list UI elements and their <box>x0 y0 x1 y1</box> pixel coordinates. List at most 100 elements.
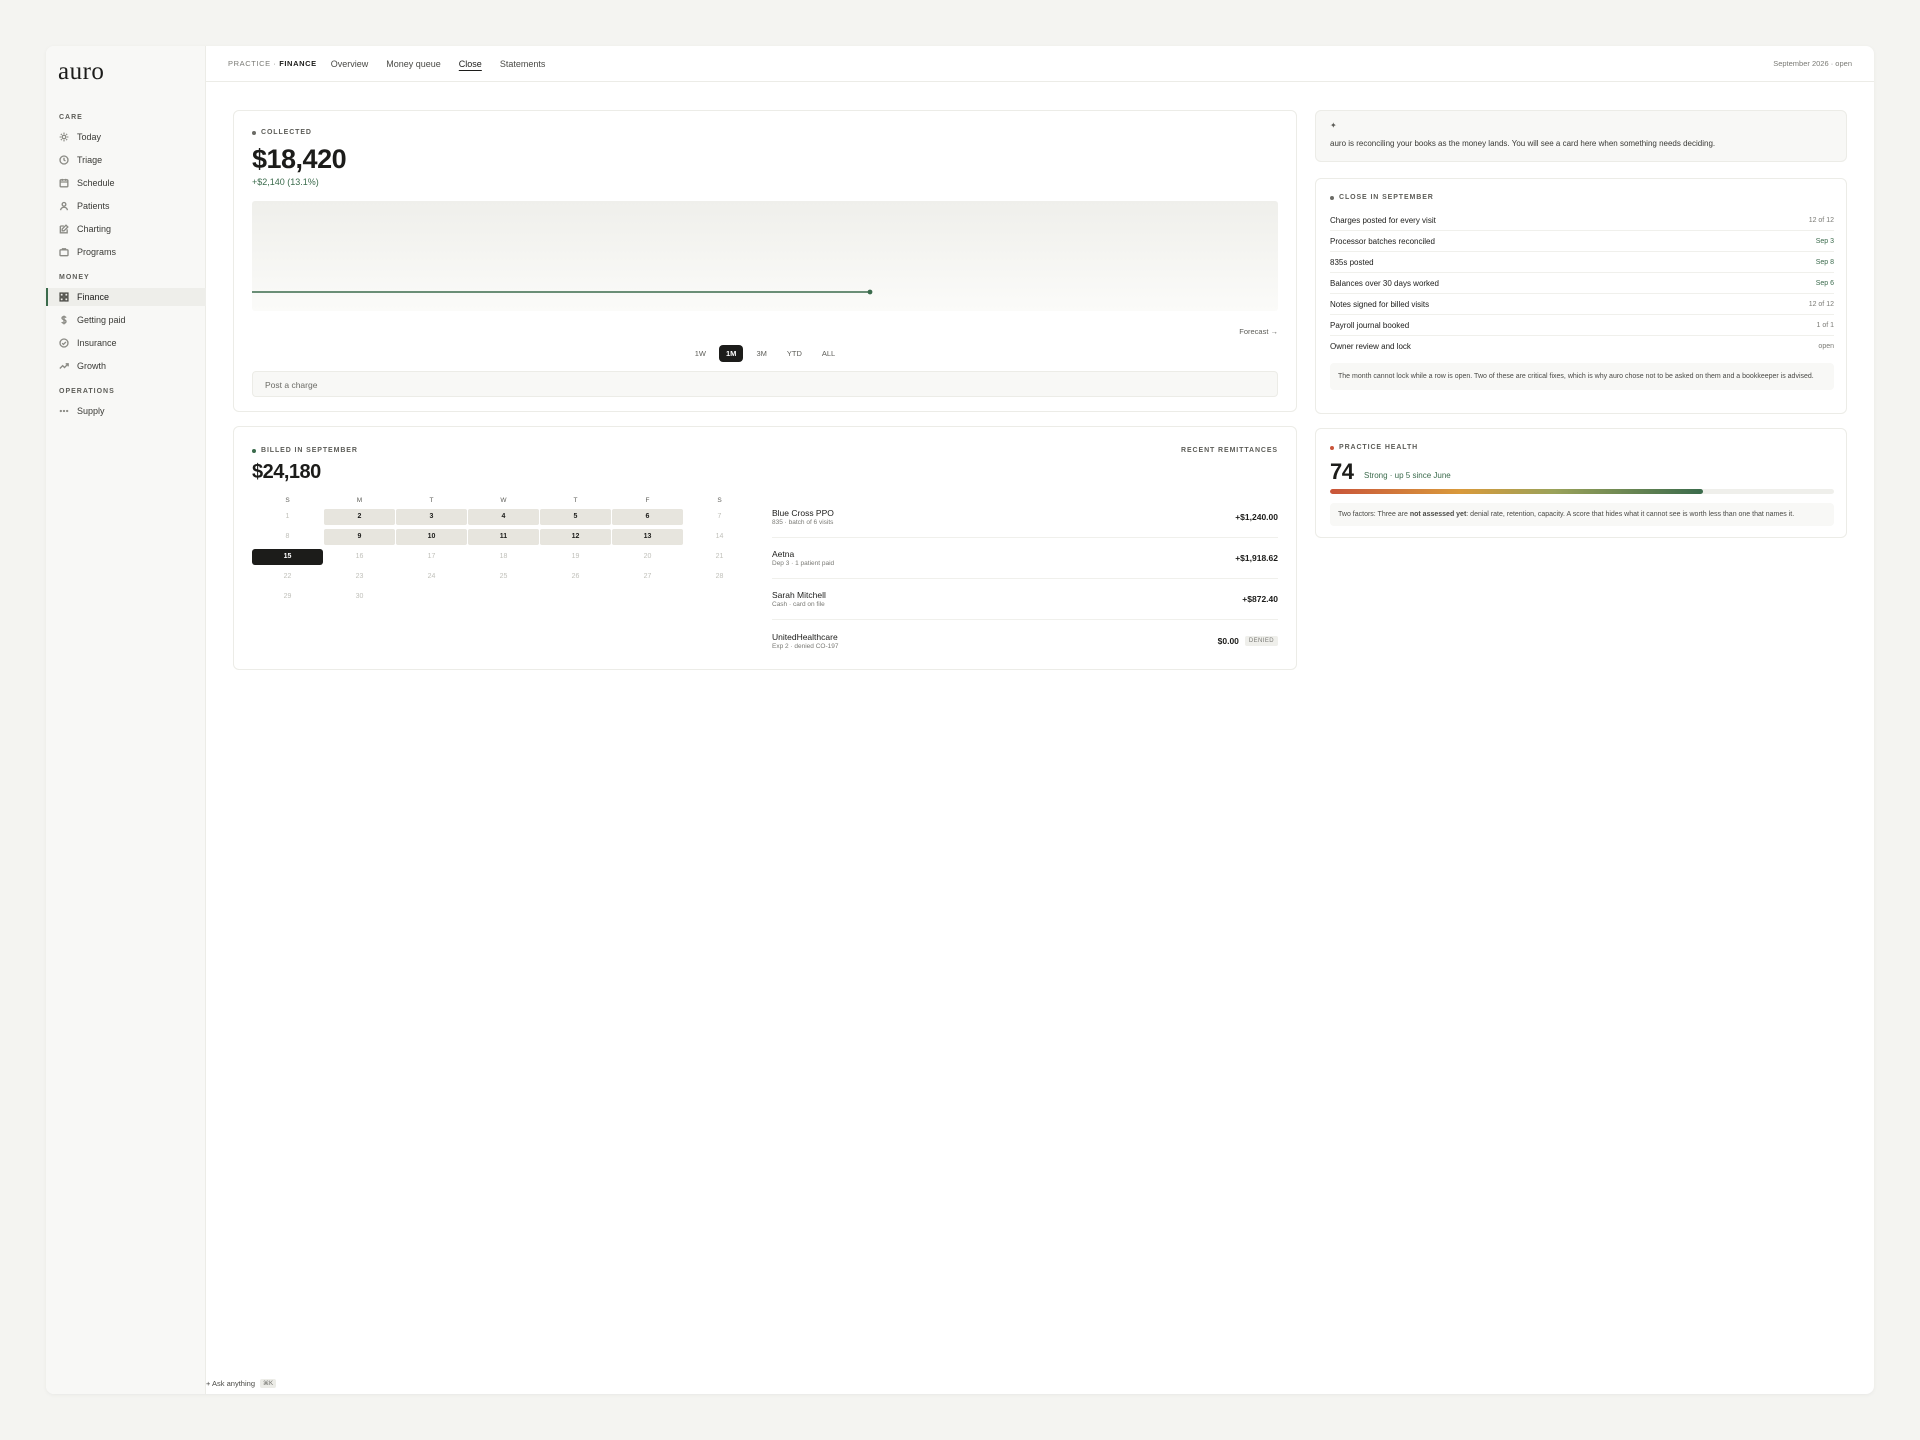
health-score: 74 <box>1330 459 1354 484</box>
checklist-row[interactable]: Balances over 30 days worked Sep 6 <box>1330 273 1834 294</box>
sidebar-item-label: Triage <box>77 155 103 165</box>
health-bar <box>1330 489 1834 494</box>
sidebar-item-label: Patients <box>77 201 110 211</box>
calendar-day[interactable]: 3 <box>396 509 467 525</box>
sidebar-item-getting-paid[interactable]: Getting paid <box>46 311 206 329</box>
calendar-day[interactable]: 2 <box>324 509 395 525</box>
breadcrumb: PRACTICE · FINANCE <box>228 59 317 68</box>
calendar-day[interactable]: 14 <box>684 529 755 545</box>
range-selector: 1W 1M 3M YTD ALL <box>234 345 1296 362</box>
assistant-message: auro is reconciling your books as the mo… <box>1330 139 1716 148</box>
calendar-day[interactable]: 23 <box>324 569 395 585</box>
calendar-day-today[interactable]: 15 <box>252 549 323 565</box>
forecast-link[interactable]: Forecast → <box>1239 327 1278 336</box>
sidebar-item-label: Charting <box>77 224 112 234</box>
health-note: Two factors: Three are not assessed yet:… <box>1330 503 1834 526</box>
remittances-title: RECENT REMITTANCES <box>1181 447 1278 454</box>
calendar-icon <box>59 178 69 188</box>
close-checklist: Charges posted for every visit 12 of 12 P… <box>1330 210 1834 357</box>
tab-close[interactable]: Close <box>459 59 482 69</box>
tab-statements[interactable]: Statements <box>500 59 546 69</box>
sidebar-item-label: Growth <box>77 361 107 371</box>
collected-card: COLLECTED $18,420 +$2,140 (13.1%) Foreca… <box>233 110 1297 412</box>
calendar-day[interactable]: 10 <box>396 529 467 545</box>
sidebar-item-schedule[interactable]: Schedule <box>46 174 206 192</box>
clock-icon <box>59 155 69 165</box>
sidebar-item-triage[interactable]: Triage <box>46 151 206 169</box>
sidebar-item-label: Supply <box>77 406 105 416</box>
status-dot <box>1330 445 1334 450</box>
sidebar-item-programs[interactable]: Programs <box>46 243 206 261</box>
calendar-day[interactable]: 6 <box>612 509 683 525</box>
checklist-row[interactable]: Payroll journal booked 1 of 1 <box>1330 315 1834 336</box>
range-1m[interactable]: 1M <box>719 345 744 362</box>
tab-overview[interactable]: Overview <box>331 59 369 69</box>
calendar-days: 1 2 3 4 5 6 7 8 9 10 11 12 13 14 15 16 17 18 19 20 21 22 23 24 2… <box>252 509 755 605</box>
keyboard-shortcut: ⌘K <box>260 1379 277 1388</box>
calendar-day[interactable]: 22 <box>252 569 323 585</box>
calendar-day[interactable]: 25 <box>468 569 539 585</box>
calendar-day[interactable]: 20 <box>612 549 683 565</box>
sidebar-item-finance[interactable]: Finance <box>46 288 206 306</box>
sidebar-item-today[interactable]: Today <box>46 128 206 146</box>
sun-icon <box>59 132 69 142</box>
sidebar-item-label: Schedule <box>77 178 115 188</box>
calendar-day[interactable]: 26 <box>540 569 611 585</box>
checklist-label: Payroll journal booked <box>1330 320 1410 330</box>
calendar-day[interactable]: 9 <box>324 529 395 545</box>
sidebar-item-label: Today <box>77 132 102 142</box>
checklist-row[interactable]: Notes signed for billed visits 12 of 12 <box>1330 294 1834 315</box>
calendar-day[interactable]: 12 <box>540 529 611 545</box>
calendar-day[interactable]: 21 <box>684 549 755 565</box>
sidebar-item-charting[interactable]: Charting <box>46 220 206 238</box>
remittance-row[interactable]: Sarah Mitchell Cash · card on file +$872.… <box>772 579 1278 620</box>
range-ytd[interactable]: YTD <box>780 345 809 362</box>
calendar-day[interactable]: 17 <box>396 549 467 565</box>
calendar-day[interactable]: 27 <box>612 569 683 585</box>
post-charge-input[interactable]: Post a charge <box>252 371 1278 397</box>
calendar-day[interactable]: 29 <box>252 589 323 605</box>
practice-health-card: PRACTICE HEALTH 74 Strong · up 5 since J… <box>1315 428 1847 538</box>
sidebar-section-care: CARE <box>59 114 83 121</box>
checklist-row[interactable]: Owner review and lock open <box>1330 336 1834 357</box>
sidebar-item-supply[interactable]: Supply <box>46 402 206 420</box>
tab-money-queue[interactable]: Money queue <box>386 59 441 69</box>
calendar-day[interactable]: 7 <box>684 509 755 525</box>
calendar-day[interactable]: 19 <box>540 549 611 565</box>
checklist-label: Owner review and lock <box>1330 342 1411 351</box>
checklist-row[interactable]: Processor batches reconciled Sep 3 <box>1330 231 1834 252</box>
grid-icon <box>59 292 69 302</box>
sidebar-item-patients[interactable]: Patients <box>46 197 206 215</box>
calendar-day[interactable]: 13 <box>612 529 683 545</box>
sidebar-item-insurance[interactable]: Insurance <box>46 334 206 352</box>
status-dot <box>252 448 256 453</box>
calendar-day[interactable]: 11 <box>468 529 539 545</box>
remittance-row[interactable]: Aetna Dep 3 · 1 patient paid +$1,918.62 <box>772 538 1278 579</box>
close-eyebrow: CLOSE IN SEPTEMBER <box>1330 194 1434 201</box>
remittance-row[interactable]: Blue Cross PPO 835 · batch of 6 visits +$… <box>772 497 1278 538</box>
range-all[interactable]: ALL <box>815 345 842 362</box>
collected-chart <box>252 201 1278 311</box>
ask-anything-button[interactable]: + Ask anything ⌘K <box>206 1373 277 1394</box>
checklist-row[interactable]: 835s posted Sep 8 <box>1330 252 1834 273</box>
remittance-row[interactable]: UnitedHealthcare Exp 2 · denied CO-197 $0… <box>772 620 1278 661</box>
collected-amount: $18,420 <box>252 144 347 174</box>
remittance-detail: Exp 2 · denied CO-197 <box>772 642 839 650</box>
sidebar-item-growth[interactable]: Growth <box>46 357 206 375</box>
range-1w[interactable]: 1W <box>688 345 713 362</box>
calendar-day[interactable]: 28 <box>684 569 755 585</box>
checklist-row[interactable]: Charges posted for every visit 12 of 12 <box>1330 210 1834 231</box>
calendar-day[interactable]: 16 <box>324 549 395 565</box>
range-3m[interactable]: 3M <box>749 345 773 362</box>
calendar-day[interactable]: 24 <box>396 569 467 585</box>
calendar-day[interactable]: 18 <box>468 549 539 565</box>
sidebar: auro CARE Today Triage Schedule Patients… <box>46 46 206 1394</box>
sidebar-item-label: Getting paid <box>77 315 126 325</box>
calendar-weekday: F <box>645 497 650 504</box>
remittance-detail: 835 · batch of 6 visits <box>772 519 834 526</box>
calendar-day[interactable]: 30 <box>324 589 395 605</box>
calendar-day[interactable]: 4 <box>468 509 539 525</box>
calendar-day[interactable]: 8 <box>252 529 323 545</box>
calendar-day[interactable]: 5 <box>540 509 611 525</box>
calendar-day[interactable]: 1 <box>252 509 323 525</box>
